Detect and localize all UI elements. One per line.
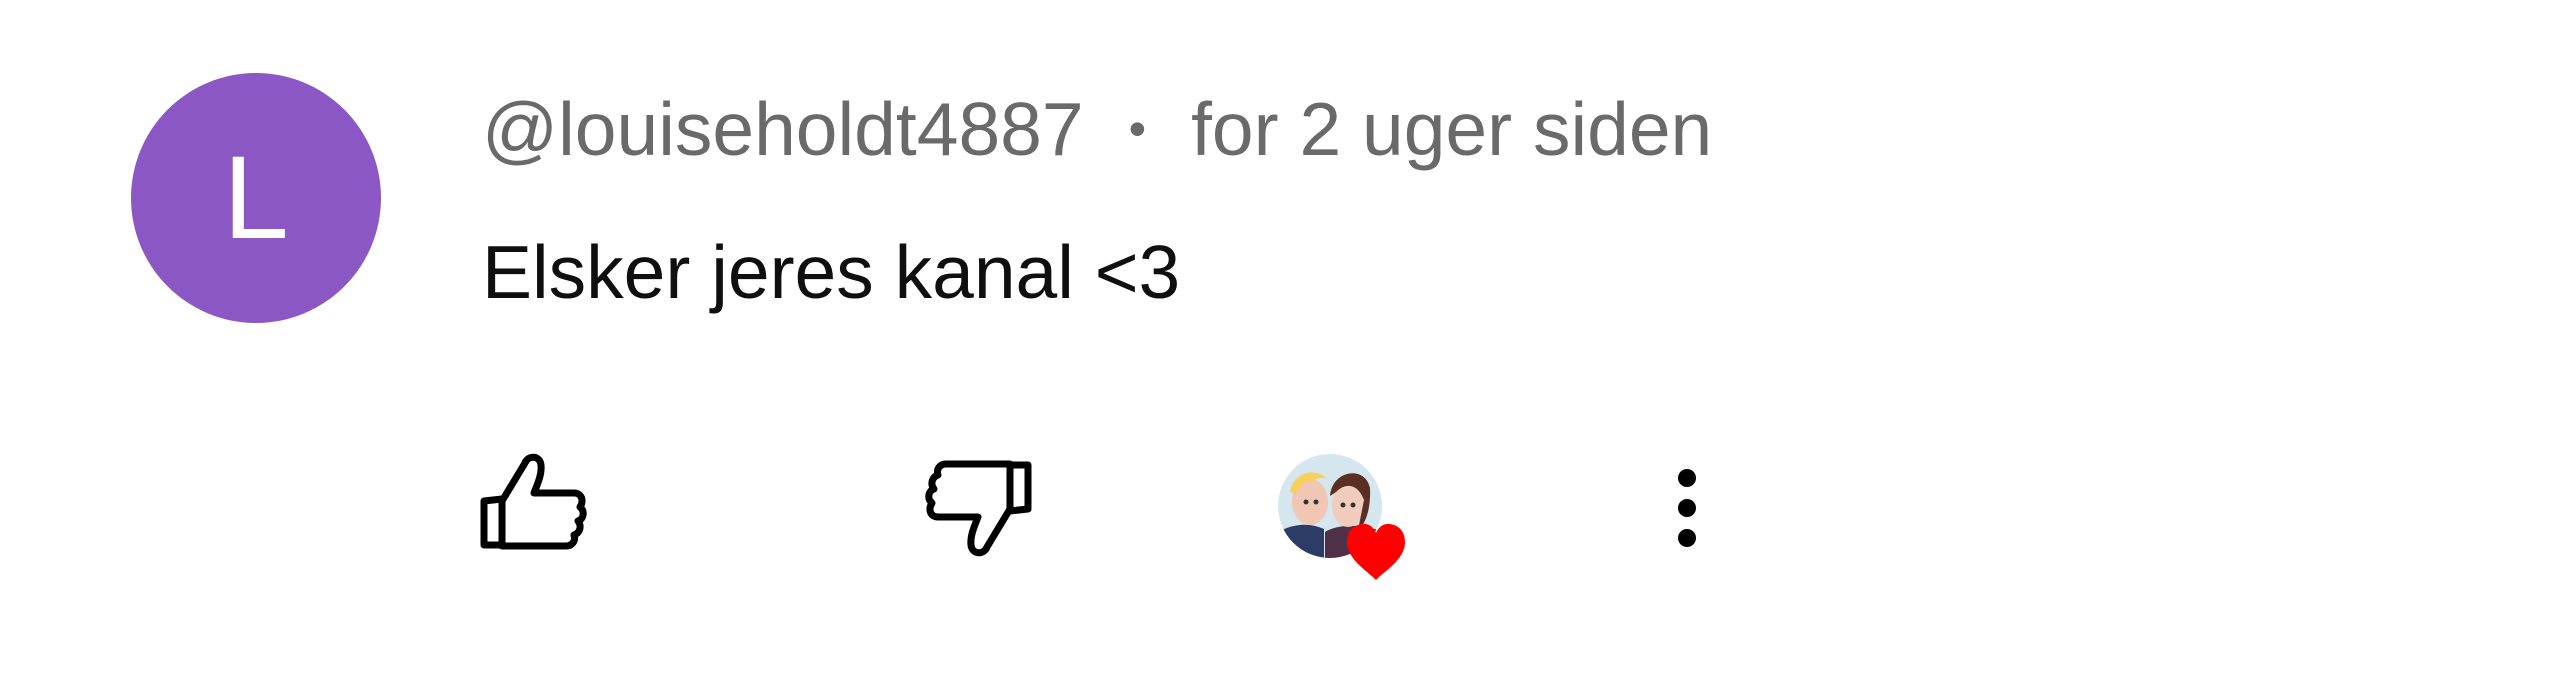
separator-dot: • bbox=[1128, 101, 1147, 157]
author-name[interactable]: @louiseholdt4887 bbox=[482, 86, 1084, 172]
more-options-button[interactable] bbox=[1647, 448, 1727, 568]
comment-header: @louiseholdt4887 • for 2 uger siden bbox=[482, 84, 1712, 174]
avatar[interactable]: L bbox=[131, 73, 381, 323]
comment-text: Elsker jeres kanal <3 bbox=[482, 230, 1181, 314]
thumb-down-icon bbox=[925, 460, 1032, 557]
dislike-button[interactable] bbox=[918, 445, 1038, 565]
creator-heart[interactable] bbox=[1268, 444, 1438, 584]
comment-timestamp[interactable]: for 2 uger siden bbox=[1191, 86, 1712, 172]
heart-icon bbox=[1347, 524, 1405, 580]
avatar-letter: L bbox=[223, 132, 289, 264]
comment-item: L @louiseholdt4887 • for 2 uger siden El… bbox=[0, 0, 2560, 679]
like-button[interactable] bbox=[474, 445, 594, 565]
thumb-up-icon bbox=[480, 453, 587, 550]
more-vertical-icon bbox=[1678, 469, 1696, 547]
